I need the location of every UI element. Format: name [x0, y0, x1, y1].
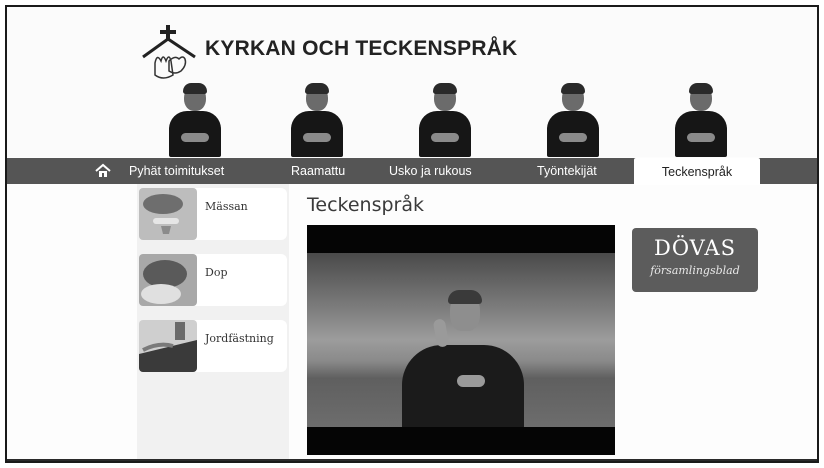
church-signing-hands-icon[interactable]: [139, 23, 199, 85]
nav-item-raamattu[interactable]: Raamattu: [291, 158, 345, 184]
site-header: KYRKAN OCH TECKENSPRÅK: [7, 7, 817, 157]
site-title[interactable]: KYRKAN OCH TECKENSPRÅK: [205, 37, 517, 61]
promo-title: DÖVAS: [654, 236, 736, 260]
signer-figure[interactable]: [545, 83, 601, 157]
nav-item-pyhat-toimitukset[interactable]: Pyhät toimitukset: [129, 158, 224, 184]
sidebar-item-label: Jordfästning: [205, 332, 274, 345]
page-title: Teckenspråk: [307, 194, 424, 216]
video-player[interactable]: [307, 225, 615, 455]
sidebar-item-label: Mässan: [205, 200, 248, 213]
signer-figure[interactable]: [673, 83, 729, 157]
signer-figure[interactable]: [417, 83, 473, 157]
signer-figure[interactable]: [167, 83, 223, 157]
nav-item-tyontekijat[interactable]: Työntekijät: [537, 158, 597, 184]
browser-frame: KYRKAN OCH TECKENSPRÅK Pyhät toimitukset…: [5, 5, 819, 463]
funeral-thumbnail: [139, 320, 197, 372]
baptism-thumbnail: [139, 254, 197, 306]
dovas-forsamlingsblad-banner[interactable]: DÖVAS församlingsblad: [632, 228, 758, 292]
home-icon[interactable]: [95, 163, 111, 179]
nav-item-teckensprak[interactable]: Teckenspråk: [634, 158, 760, 185]
footer-strip: [7, 459, 817, 461]
communion-thumbnail: [139, 188, 197, 240]
video-frame: [307, 253, 615, 455]
sidebar-item-dop[interactable]: Dop: [139, 254, 287, 306]
sidebar-item-jordfastning[interactable]: Jordfästning: [139, 320, 287, 372]
signer-figure[interactable]: [289, 83, 345, 157]
promo-subtitle: församlingsblad: [650, 264, 740, 277]
sidebar-item-label: Dop: [205, 266, 228, 279]
sidebar: Mässan Dop Jordfästning: [137, 184, 289, 461]
sidebar-item-massan[interactable]: Mässan: [139, 188, 287, 240]
nav-item-usko-ja-rukous[interactable]: Usko ja rukous: [389, 158, 472, 184]
main-nav: Pyhät toimitukset Raamattu Usko ja rukou…: [7, 158, 817, 185]
